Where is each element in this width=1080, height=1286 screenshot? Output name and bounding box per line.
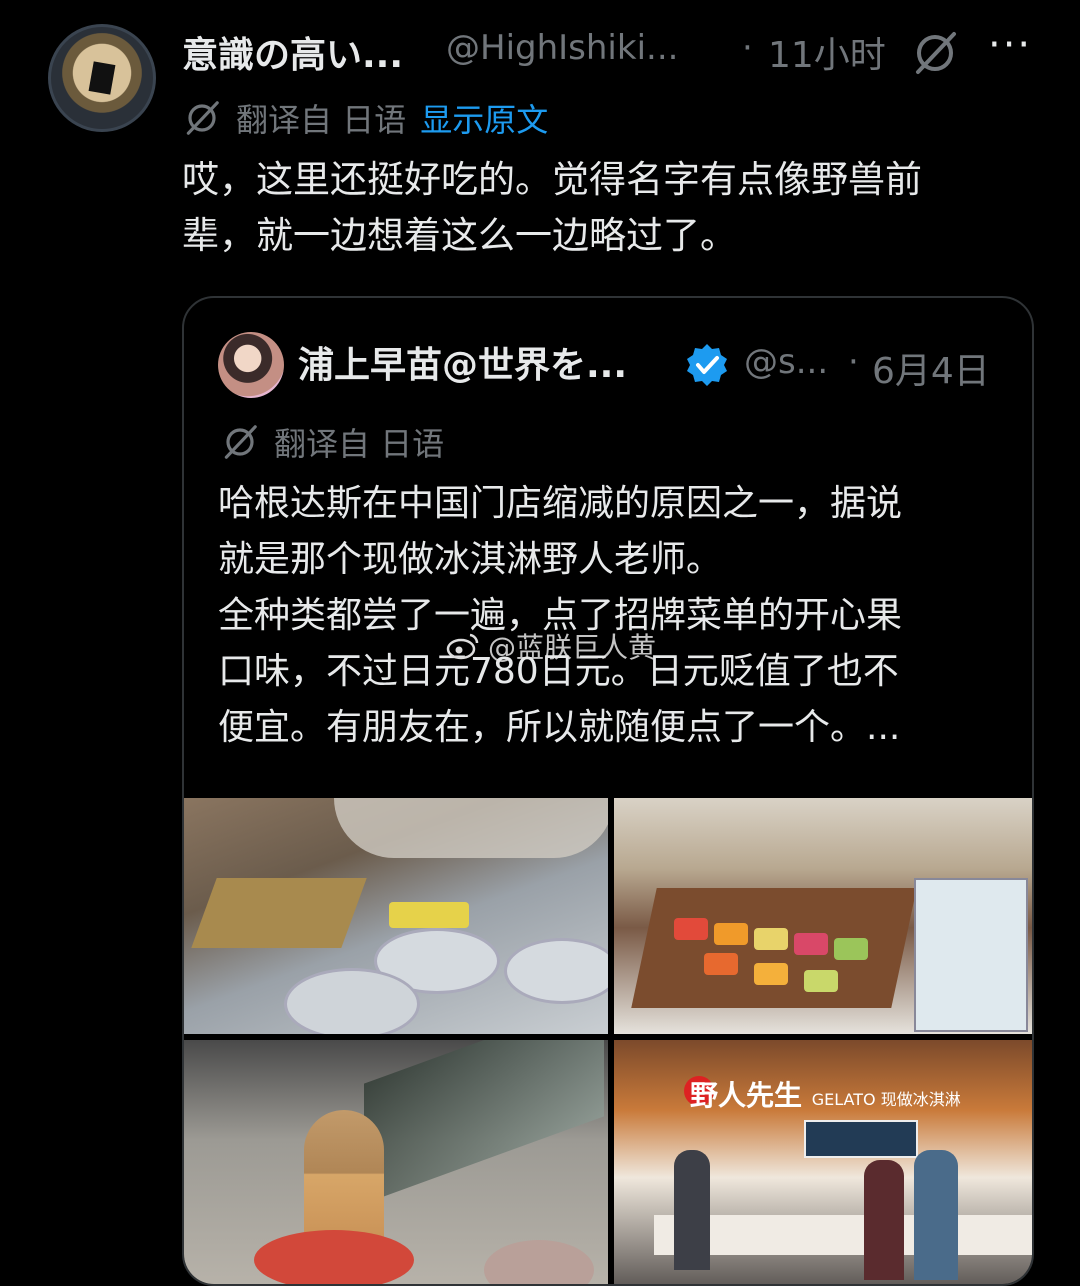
weibo-watermark: @蓝朕巨人黄 [446, 626, 656, 666]
quoted-post-date[interactable]: 6月4日 [872, 342, 990, 394]
translation-row: 翻译自 日语 显示原文 [182, 96, 548, 140]
post-text-line: 哎，这里还挺好吃的。觉得名字有点像野兽前 [182, 158, 922, 201]
quoted-text-line: 就是那个现做冰淇淋野人老师。 [218, 539, 723, 580]
photo-storefront[interactable]: 野人先生 GELATO 现做冰淇淋 [614, 1040, 1032, 1284]
more-options-button[interactable]: ··· [988, 22, 1032, 68]
weibo-icon [446, 633, 479, 660]
separator: · [742, 28, 753, 68]
post-text: 哎，这里还挺好吃的。觉得名字有点像野兽前 辈，就一边想着这么一边略过了。 [182, 152, 1022, 264]
author-handle[interactable]: @HighIshiki... [446, 28, 678, 68]
translated-from-label: 翻译自 日语 [236, 101, 407, 139]
grok-icon[interactable] [910, 28, 960, 78]
translated-from-label: 翻译自 日语 [274, 425, 445, 463]
separator: · [848, 342, 859, 382]
quoted-author-avatar[interactable] [218, 332, 284, 398]
photo-gelato-display[interactable] [614, 798, 1032, 1034]
show-original-link[interactable]: 显示原文 [420, 95, 548, 141]
store-sign-name: 野人先生 [690, 1079, 803, 1112]
quoted-post-card[interactable]: 浦上早苗@世界を... @s... · 6月4日 翻译自 日语 哈根达斯在中国门… [182, 296, 1034, 1286]
photo-ice-cream-cone[interactable] [184, 1040, 608, 1284]
quoted-author-handle[interactable]: @s... [744, 342, 828, 382]
quoted-post-text: 哈根达斯在中国门店缩减的原因之一，据说 就是那个现做冰淇淋野人老师。 全种类都尝… [218, 476, 1018, 756]
grok-icon [224, 425, 257, 459]
quoted-author-display-name[interactable]: 浦上早苗@世界を... [298, 336, 627, 388]
quoted-translation-row: 翻译自 日语 [220, 420, 444, 464]
author-display-name[interactable]: 意識の高い... [182, 26, 403, 78]
verified-badge-icon [687, 344, 727, 386]
watermark-text: @蓝朕巨人黄 [488, 631, 657, 664]
quoted-text-line: 哈根达斯在中国门店缩减的原因之一，据说 [218, 483, 903, 524]
post-text-line: 辈，就一边想着这么一边略过了。 [182, 214, 737, 257]
post-time[interactable]: 11小时 [768, 26, 886, 78]
store-sign-sub: GELATO 现做冰淇淋 [811, 1090, 961, 1109]
store-sign: 野人先生 GELATO 现做冰淇淋 [690, 1074, 961, 1114]
grok-icon [186, 101, 219, 135]
photo-gelato-case-closeup[interactable] [184, 798, 608, 1034]
quoted-text-line: 便宜。有朋友在，所以就随便点了一个。... [218, 707, 901, 748]
author-avatar[interactable] [48, 24, 156, 132]
